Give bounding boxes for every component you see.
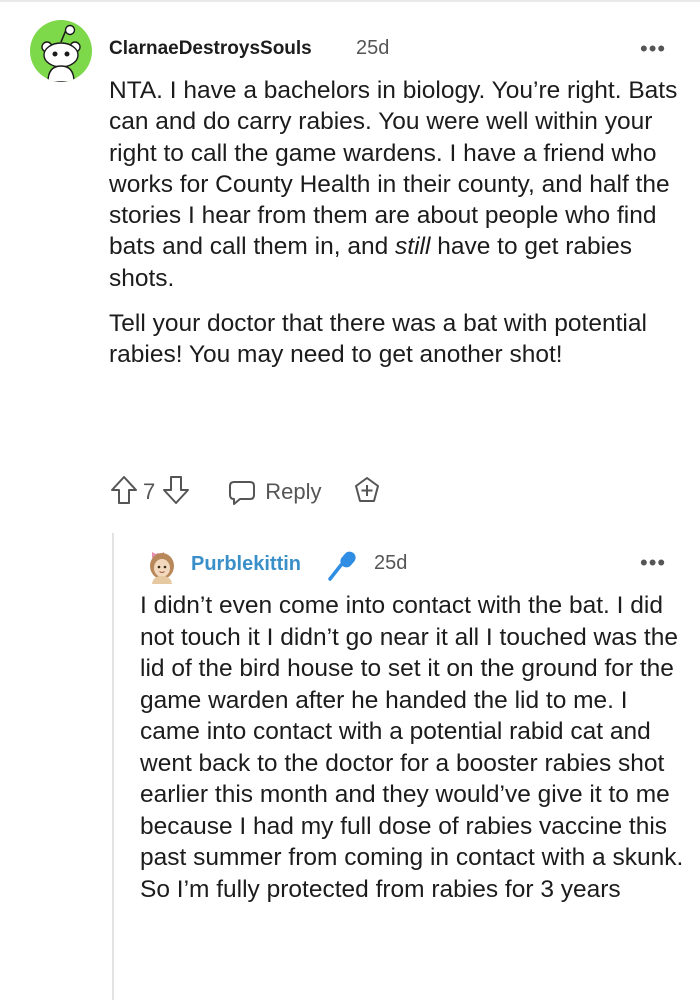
comment-paragraph-1-emphasis: still — [395, 233, 431, 261]
reply-timestamp: 25d — [374, 552, 408, 574]
comment-paragraph-2: Tell your doctor that there was a bat wi… — [109, 310, 647, 369]
reply-button-label: Reply — [265, 479, 322, 504]
comment-paragraph-1: NTA. I have a bachelors in biology. You’… — [109, 75, 689, 294]
comment-body: NTA. I have a bachelors in biology. You’… — [109, 75, 689, 371]
top-divider — [0, 0, 700, 2]
comment-username[interactable]: ClarnaeDestroysSouls — [109, 38, 312, 60]
cat-avatar-icon — [150, 552, 174, 584]
reply-button[interactable]: Reply — [227, 477, 322, 507]
thread-line[interactable] — [112, 533, 114, 1000]
comment-timestamp: 25d — [356, 37, 390, 59]
vote-count: 7 — [143, 479, 156, 504]
downvote-icon[interactable] — [161, 474, 191, 511]
reply-username[interactable]: Purblekittin — [191, 553, 301, 576]
reply-avatar[interactable] — [144, 546, 180, 584]
more-options-icon[interactable]: ••• — [640, 36, 666, 62]
award-icon[interactable] — [352, 475, 382, 510]
microphone-icon — [325, 548, 361, 587]
comment-actions: 7 Reply — [109, 474, 382, 510]
reply-bubble-icon — [229, 481, 256, 505]
upvote-icon[interactable] — [109, 474, 139, 511]
reply-body: I didn’t even come into contact with the… — [140, 592, 684, 903]
snoo-avatar-icon — [41, 24, 81, 82]
avatar[interactable] — [30, 20, 92, 82]
reply-more-options-icon[interactable]: ••• — [640, 550, 666, 576]
